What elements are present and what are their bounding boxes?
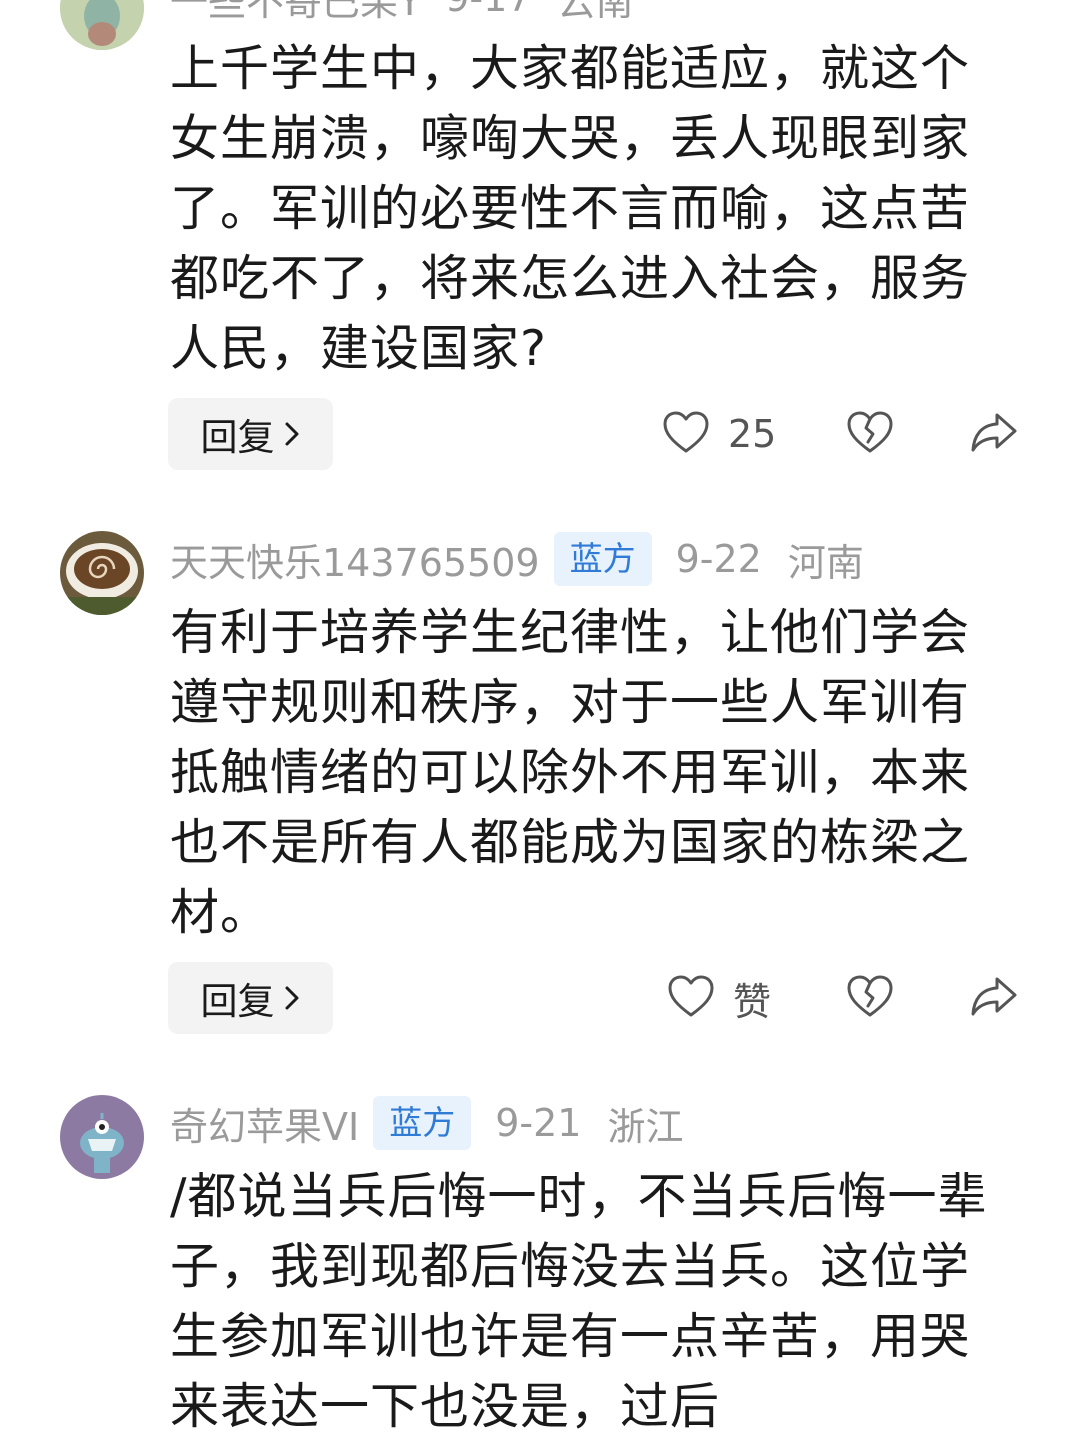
comment-meta: 奇幻苹果VI 蓝方 9-21 浙江: [170, 1095, 683, 1151]
comment-region: 浙江: [607, 1104, 684, 1149]
like-count: 赞: [733, 979, 772, 1024]
comment-text: 有利于培养学生纪律性，让他们学会遵守规则和秩序，对于一些人军训有抵触情绪的可以除…: [170, 604, 971, 941]
comment-date: 9-17: [445, 0, 531, 20]
username[interactable]: 奇幻苹果VI: [170, 1096, 359, 1151]
avatar-image: [60, 0, 144, 50]
reply-button[interactable]: 回复: [168, 398, 333, 470]
comment-date: 9-22: [675, 537, 762, 581]
comment-date: 9-21: [495, 1101, 582, 1145]
reply-button[interactable]: 回复: [168, 962, 333, 1034]
comment-meta: 一些不寄巴果Y 9-17 云南: [170, 0, 633, 26]
like-count: 25: [728, 412, 777, 456]
comment-actions: 回复 25: [0, 398, 1080, 470]
reply-label: 回复: [200, 416, 275, 459]
heart-outline-icon: [662, 410, 710, 458]
broken-heart-icon: [846, 974, 894, 1022]
comment-region: 云南: [557, 0, 634, 24]
avatar[interactable]: [60, 1095, 144, 1179]
comment-text: 上千学生中，大家都能适应，就这个女生崩溃，嚎啕大哭，丢人现眼到家了。军训的必要性…: [170, 40, 971, 377]
dislike-button[interactable]: [842, 962, 898, 1034]
like-button[interactable]: 25: [662, 398, 776, 470]
reply-label: 回复: [200, 980, 275, 1023]
username[interactable]: 一些不寄巴果Y: [170, 0, 421, 26]
username[interactable]: 天天快乐143765509: [170, 532, 540, 587]
comment-meta: 天天快乐143765509 蓝方 9-22 河南: [170, 531, 864, 587]
share-arrow-icon: [969, 974, 1019, 1022]
share-arrow-icon: [969, 410, 1019, 458]
avatar[interactable]: [60, 0, 144, 50]
avatar-image: [60, 531, 144, 615]
chevron-right-icon: [283, 984, 301, 1012]
team-badge: 蓝方: [373, 1096, 472, 1150]
comment-actions: 回复 赞: [0, 962, 1080, 1034]
avatar-image: [60, 1095, 144, 1179]
heart-outline-icon: [667, 974, 715, 1022]
comment-text: /都说当兵后悔一时，不当兵后悔一辈子，我到现都后悔没去当兵。这位学生参加军训也许…: [170, 1168, 988, 1435]
share-button[interactable]: [966, 398, 1022, 470]
like-button[interactable]: 赞: [667, 962, 771, 1034]
broken-heart-icon: [846, 410, 894, 458]
chevron-right-icon: [283, 420, 301, 448]
share-button[interactable]: [966, 962, 1022, 1034]
dislike-button[interactable]: [842, 398, 898, 470]
avatar[interactable]: [60, 531, 144, 615]
team-badge: 蓝方: [553, 532, 652, 586]
comment-region: 河南: [787, 540, 864, 585]
